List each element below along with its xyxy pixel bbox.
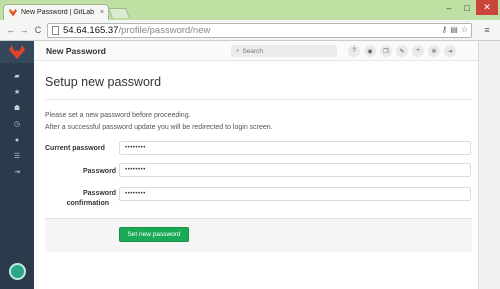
gitlab-favicon-icon: [9, 8, 17, 17]
list-icon[interactable]: ☰: [0, 148, 34, 164]
url-host: 54.64.165.37: [63, 25, 119, 36]
search-icon: ⌕: [236, 47, 240, 54]
info-text-line1: Please set a new password before proceed…: [45, 112, 191, 119]
password-label: Password: [83, 168, 117, 175]
maximize-button[interactable]: □: [458, 0, 476, 15]
tab-title: New Password | GitLab: [21, 9, 95, 16]
extension-icon[interactable]: ▤: [450, 25, 458, 34]
page-title: New Password: [46, 46, 106, 56]
minimize-button[interactable]: –: [440, 0, 458, 15]
confirmation-label-line2: confirmation: [66, 200, 109, 207]
search-box[interactable]: ⌕: [231, 45, 337, 57]
back-icon[interactable]: ←: [5, 24, 17, 36]
form-actions: Set new password: [45, 218, 472, 252]
help-icon[interactable]: ?: [348, 45, 360, 57]
info-icon[interactable]: ●: [0, 132, 34, 148]
bookmark-star-icon[interactable]: ☆: [461, 25, 468, 34]
globe-icon[interactable]: ◉: [364, 45, 376, 57]
reload-icon[interactable]: C: [32, 24, 44, 36]
password-confirmation-field[interactable]: [119, 187, 471, 201]
page-header: New Password ⌕ ? ◉ ❐ ✎ + ✲ ⇥: [34, 41, 478, 61]
search-input[interactable]: [242, 47, 333, 55]
star-icon[interactable]: ★: [0, 84, 34, 100]
clock-icon[interactable]: ◷: [0, 116, 34, 132]
browser-toolbar: ← → C 54.64.165.37/profile/password/new …: [0, 20, 500, 41]
exit-icon[interactable]: ⇥: [0, 164, 34, 180]
users-icon[interactable]: ☗: [0, 100, 34, 116]
copy-icon[interactable]: ❐: [380, 45, 392, 57]
page-heading: Setup new password: [45, 75, 162, 89]
tab-close-icon[interactable]: ×: [100, 9, 104, 16]
page-icon: [52, 26, 59, 35]
wrench-icon[interactable]: ✎: [396, 45, 408, 57]
plus-icon[interactable]: +: [412, 45, 424, 57]
key-icon[interactable]: ⚷: [441, 25, 447, 34]
current-password-field[interactable]: [119, 141, 471, 155]
forward-icon[interactable]: →: [18, 24, 30, 36]
address-bar[interactable]: 54.64.165.37/profile/password/new ⚷ ▤ ☆: [47, 23, 472, 38]
gear-icon[interactable]: ✲: [428, 45, 440, 57]
heading-divider: [45, 99, 472, 100]
sidebar: ▰ ★ ☗ ◷ ● ☰ ⇥: [0, 41, 34, 289]
sign-out-icon[interactable]: ⇥: [444, 45, 456, 57]
main-content: Setup new password Please set a new pass…: [34, 61, 478, 289]
set-new-password-button[interactable]: Set new password: [119, 227, 189, 242]
browser-tab[interactable]: New Password | GitLab ×: [3, 4, 109, 20]
password-field[interactable]: [119, 163, 471, 177]
browser-titlebar: New Password | GitLab × – □ ✕: [0, 0, 500, 20]
browser-menu-icon[interactable]: ≡: [480, 25, 494, 35]
url-path: /profile/password/new: [118, 25, 211, 36]
gitlab-logo[interactable]: [0, 41, 34, 63]
window-close-button[interactable]: ✕: [476, 0, 498, 15]
page-scrollbar[interactable]: [478, 41, 500, 289]
confirmation-label-line1: Password: [83, 190, 117, 197]
info-text-line2: After a successful password update you w…: [45, 124, 273, 131]
current-password-label: Current password: [45, 145, 105, 152]
dashboard-icon[interactable]: ▰: [0, 68, 34, 84]
new-tab-button[interactable]: [108, 8, 130, 18]
user-avatar[interactable]: [9, 263, 26, 280]
gitlab-fox-icon: [9, 45, 25, 59]
